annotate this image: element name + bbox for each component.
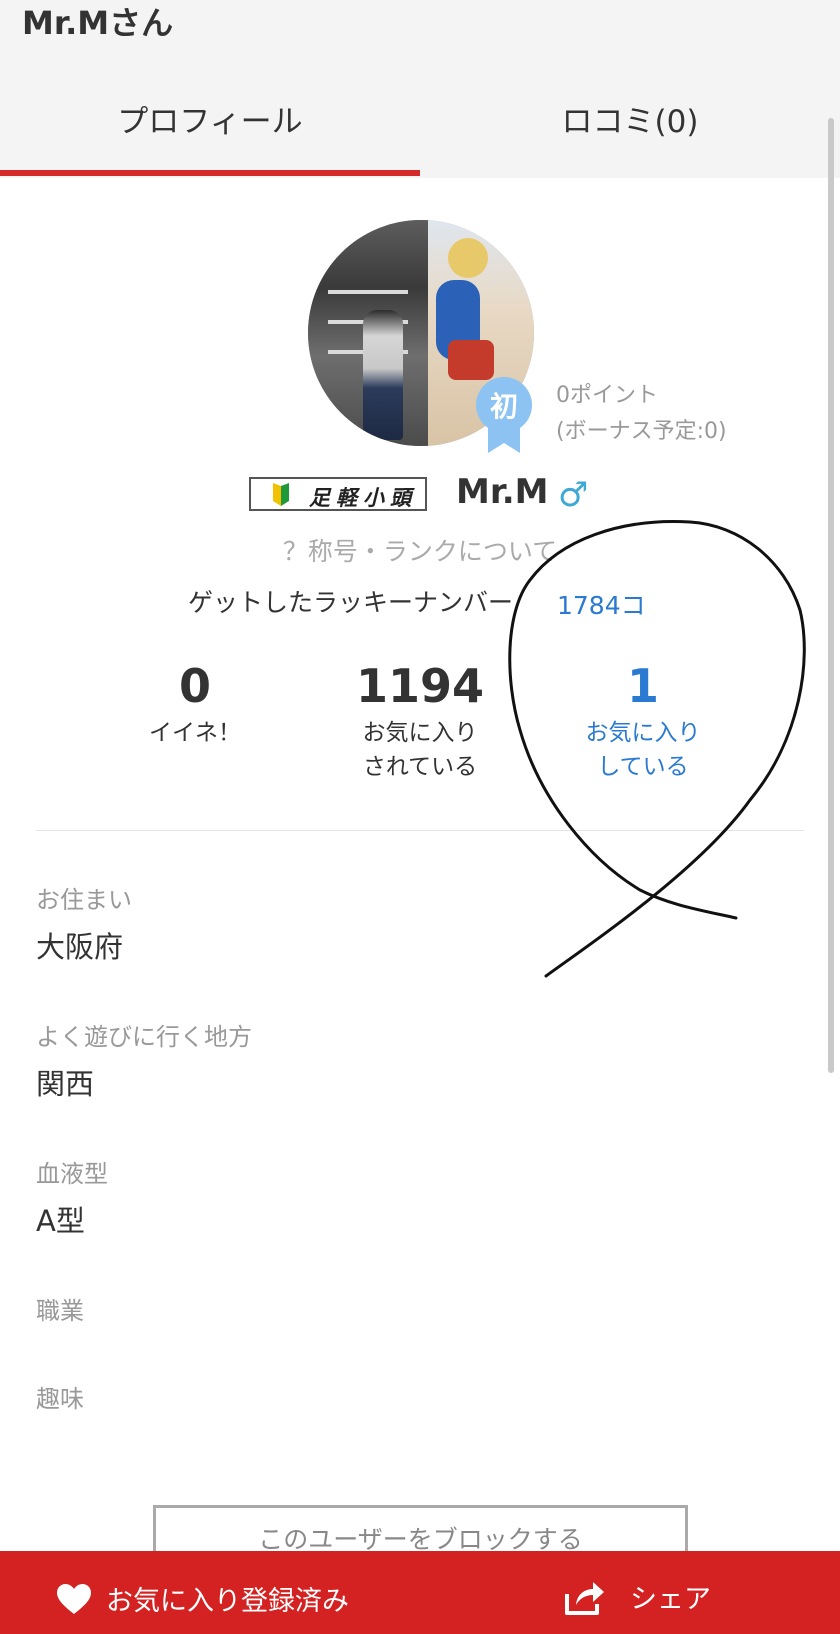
stat-likes-label: イイネ！ bbox=[149, 720, 241, 746]
favorite-registered-label: お気に入り登録済み bbox=[106, 1586, 349, 1617]
rank-help-link[interactable]: ？称号・ランクについて bbox=[0, 532, 840, 568]
stat-favorited-by-value: 1194 bbox=[355, 659, 485, 713]
field-label-region: よく遊びに行く地方 bbox=[36, 1023, 252, 1051]
field-value-blood-type: A型 bbox=[36, 1204, 85, 1238]
field-label-blood-type: 血液型 bbox=[36, 1160, 108, 1188]
page-title: Mr.Mさん bbox=[22, 4, 174, 42]
stat-favoriting[interactable]: 1 お気に入り している bbox=[543, 656, 743, 784]
title-badge: 足軽小頭 bbox=[249, 477, 427, 511]
points-value: 0ポイント bbox=[556, 383, 658, 408]
field-label-hobby: 趣味 bbox=[36, 1385, 84, 1413]
field-label-occupation: 職業 bbox=[36, 1297, 84, 1325]
tab-reviews[interactable]: ロコミ(0) bbox=[420, 96, 840, 141]
username: Mr.M bbox=[456, 472, 549, 512]
stat-likes-value: 0 bbox=[178, 659, 211, 713]
rank-badge-char: 初 bbox=[490, 390, 518, 423]
favorite-registered-button[interactable]: お気に入り登録済み bbox=[56, 1579, 349, 1618]
beginner-mark-icon bbox=[273, 483, 289, 506]
title-badge-text: 足軽小頭 bbox=[309, 485, 417, 510]
rank-badge-icon: 初 bbox=[476, 377, 532, 453]
share-icon bbox=[565, 1581, 604, 1615]
points-info: 0ポイント (ボーナス予定:0) bbox=[556, 378, 727, 450]
active-tab-indicator bbox=[0, 170, 420, 176]
field-label-residence: お住まい bbox=[36, 886, 132, 914]
avatar-person bbox=[363, 310, 403, 440]
stat-favoriting-label[interactable]: お気に入り している bbox=[543, 716, 743, 784]
divider bbox=[36, 830, 804, 831]
share-button[interactable]: シェア bbox=[564, 1577, 711, 1616]
lucky-number-label: ゲットしたラッキーナンバー bbox=[188, 588, 514, 617]
lucky-number-value[interactable]: 1784コ bbox=[557, 586, 646, 622]
tab-profile[interactable]: プロフィール bbox=[0, 96, 420, 141]
stat-favoriting-value[interactable]: 1 bbox=[543, 656, 743, 716]
scrollbar[interactable] bbox=[828, 118, 834, 1073]
stat-likes: 0 イイネ！ bbox=[95, 656, 295, 750]
field-value-region: 関西 bbox=[36, 1067, 95, 1101]
stat-favorited-by-label: お気に入り されている bbox=[362, 720, 478, 780]
stat-favorited-by: 1194 お気に入り されている bbox=[320, 656, 520, 784]
share-label: シェア bbox=[630, 1584, 711, 1615]
field-value-residence: 大阪府 bbox=[36, 930, 124, 964]
heart-icon bbox=[57, 1583, 91, 1614]
male-icon: ♂ bbox=[558, 475, 589, 515]
bonus-points: (ボーナス予定:0) bbox=[556, 419, 727, 444]
